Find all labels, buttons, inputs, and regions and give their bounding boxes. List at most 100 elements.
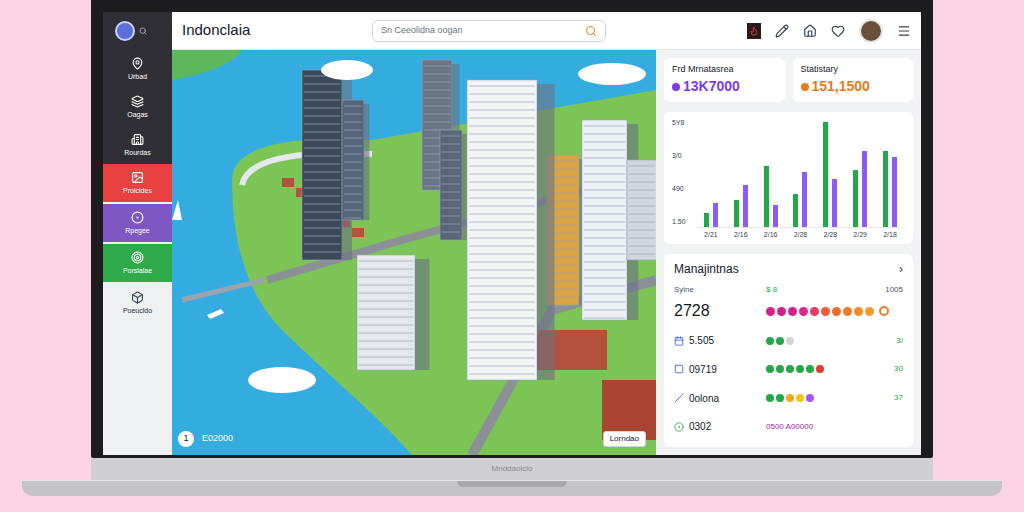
- list-title: Manajintnas: [674, 260, 739, 278]
- bar[interactable]: [734, 200, 739, 226]
- list-header-mid: $ 8: [766, 284, 885, 296]
- bar[interactable]: [802, 172, 807, 226]
- list-card: Manajintnas › Sylne$ 81005 2728 5.5053/09719…: [664, 254, 913, 447]
- stat-label: Statistary: [801, 63, 906, 77]
- row-dot: [766, 365, 774, 373]
- right-panel: Frd Mrnatasrea13K7000Statistary151,1500 5…: [656, 50, 921, 455]
- bar[interactable]: [883, 151, 888, 227]
- stat-card[interactable]: Frd Mrnatasrea13K7000: [664, 58, 785, 102]
- row-dot: [788, 307, 797, 316]
- bar[interactable]: [764, 166, 769, 227]
- map-reading: E02000: [202, 432, 233, 446]
- bar[interactable]: [743, 185, 748, 226]
- row-icon: [674, 364, 684, 374]
- laptop-lid: UrbadOagas Rourdas Prolcides Rpegee Porsiala…: [91, 0, 933, 458]
- stat-value: 13K7000: [683, 76, 740, 97]
- heart-icon[interactable]: [831, 24, 845, 38]
- sidebar-item[interactable]: Oagas: [103, 88, 172, 126]
- bar[interactable]: [853, 170, 858, 226]
- list-rows: 2728 5.5053/0971930 0olona37 03020500 A0000…: [674, 296, 903, 441]
- row-icon: [674, 336, 684, 346]
- bar[interactable]: [713, 203, 718, 227]
- avatar-icon[interactable]: [859, 19, 883, 43]
- sidebar-item-label: Rpegee: [125, 226, 150, 235]
- x-label: 2/21: [704, 230, 718, 241]
- row-right: 37: [894, 392, 903, 404]
- sidebar-item[interactable]: Rpegee: [103, 204, 172, 242]
- list-row[interactable]: 0971930: [674, 358, 903, 380]
- bar-group: [883, 118, 897, 227]
- search-icon: [585, 25, 597, 37]
- row-dot: [786, 394, 794, 402]
- sidebar-item-label: Porsialae: [123, 266, 152, 275]
- flame-icon[interactable]: [747, 23, 761, 39]
- y-tick: 1.50: [672, 217, 690, 228]
- sidebar-item[interactable]: Porsialae: [103, 244, 172, 282]
- bar[interactable]: [862, 151, 867, 227]
- list-header-right: 1005: [885, 284, 903, 296]
- row-dot: [786, 337, 794, 345]
- map-scale: 1E02000: [178, 431, 233, 447]
- row-label-cell: 2728: [674, 299, 766, 323]
- app-title: Indonclaia: [182, 19, 372, 42]
- sidebar-item[interactable]: Rourdas: [103, 126, 172, 164]
- sidebar-item-icon: [131, 133, 144, 146]
- row-dot: [854, 307, 863, 316]
- list-row[interactable]: 5.5053/: [674, 330, 903, 352]
- bar[interactable]: [832, 179, 837, 227]
- sidebar-item[interactable]: Poeucldo: [103, 284, 172, 322]
- content: 1E02000LorndaoFrd Mrnatasrea13K7000Stati…: [172, 50, 921, 455]
- list-row[interactable]: 2728: [674, 299, 903, 323]
- row-label-cell: 0302: [674, 419, 766, 434]
- search-field[interactable]: Sn Ceeolidna oogan: [372, 20, 606, 42]
- list-header-label: Sylne: [674, 284, 766, 296]
- chart-body: 5Y83/04901.50: [672, 118, 905, 228]
- bar-group: [764, 118, 778, 227]
- menu-icon[interactable]: [897, 24, 911, 38]
- y-tick: 5Y8: [672, 118, 690, 129]
- bar[interactable]: [892, 157, 897, 226]
- bar[interactable]: [823, 122, 828, 226]
- main: Indonclaia Sn Ceeolidna oogan 1E02000 Lornd…: [172, 12, 921, 455]
- row-dot: [806, 365, 814, 373]
- sidebar-item[interactable]: Urbad: [103, 50, 172, 88]
- search-placeholder: Sn Ceeolidna oogan: [381, 24, 585, 38]
- row-dot: [777, 307, 786, 316]
- row-label-cell: 5.505: [674, 333, 766, 348]
- map-place-label: Lorndao: [603, 431, 646, 447]
- bar[interactable]: [773, 205, 778, 227]
- sidebar-item-label: Prolcides: [123, 186, 152, 195]
- page: UrbadOagas Rourdas Prolcides Rpegee Porsiala…: [0, 0, 1024, 512]
- x-label: 2/28: [823, 230, 837, 241]
- stat-icon: [672, 83, 680, 91]
- pencil-icon[interactable]: [775, 24, 789, 38]
- row-dot: [832, 307, 841, 316]
- list-row[interactable]: 03020500 A00000: [674, 416, 903, 438]
- sidebar-item-icon: [131, 95, 144, 108]
- row-text: 0500 A00000: [766, 421, 813, 433]
- chevron[interactable]: ›: [899, 260, 903, 278]
- row-dot: [816, 365, 824, 373]
- row-dot: [865, 307, 874, 316]
- city-map-illustration: [172, 50, 656, 455]
- sidebar-item-icon: [131, 171, 144, 184]
- plot: [696, 118, 905, 228]
- row-dot: [786, 365, 794, 373]
- row-dot: [766, 307, 775, 316]
- row-dot: [799, 307, 808, 316]
- stat-card[interactable]: Statistary151,1500: [793, 58, 914, 102]
- sidebar-item[interactable]: Prolcides: [103, 164, 172, 202]
- list-header: Sylne$ 81005: [674, 284, 903, 296]
- home-icon[interactable]: [803, 24, 817, 38]
- sidebar-logo[interactable]: [103, 12, 172, 50]
- row-values: [766, 306, 903, 316]
- list-row[interactable]: 0olona37: [674, 387, 903, 409]
- bar[interactable]: [793, 194, 798, 227]
- map-view[interactable]: 1E02000 Lorndao: [172, 50, 656, 455]
- bar-group: [734, 118, 748, 227]
- list-title-row[interactable]: Manajintnas ›: [674, 260, 903, 278]
- bar[interactable]: [704, 213, 709, 226]
- row-dot: [796, 394, 804, 402]
- row-icon: [674, 393, 684, 403]
- sidebar-item-label: Rourdas: [124, 148, 150, 157]
